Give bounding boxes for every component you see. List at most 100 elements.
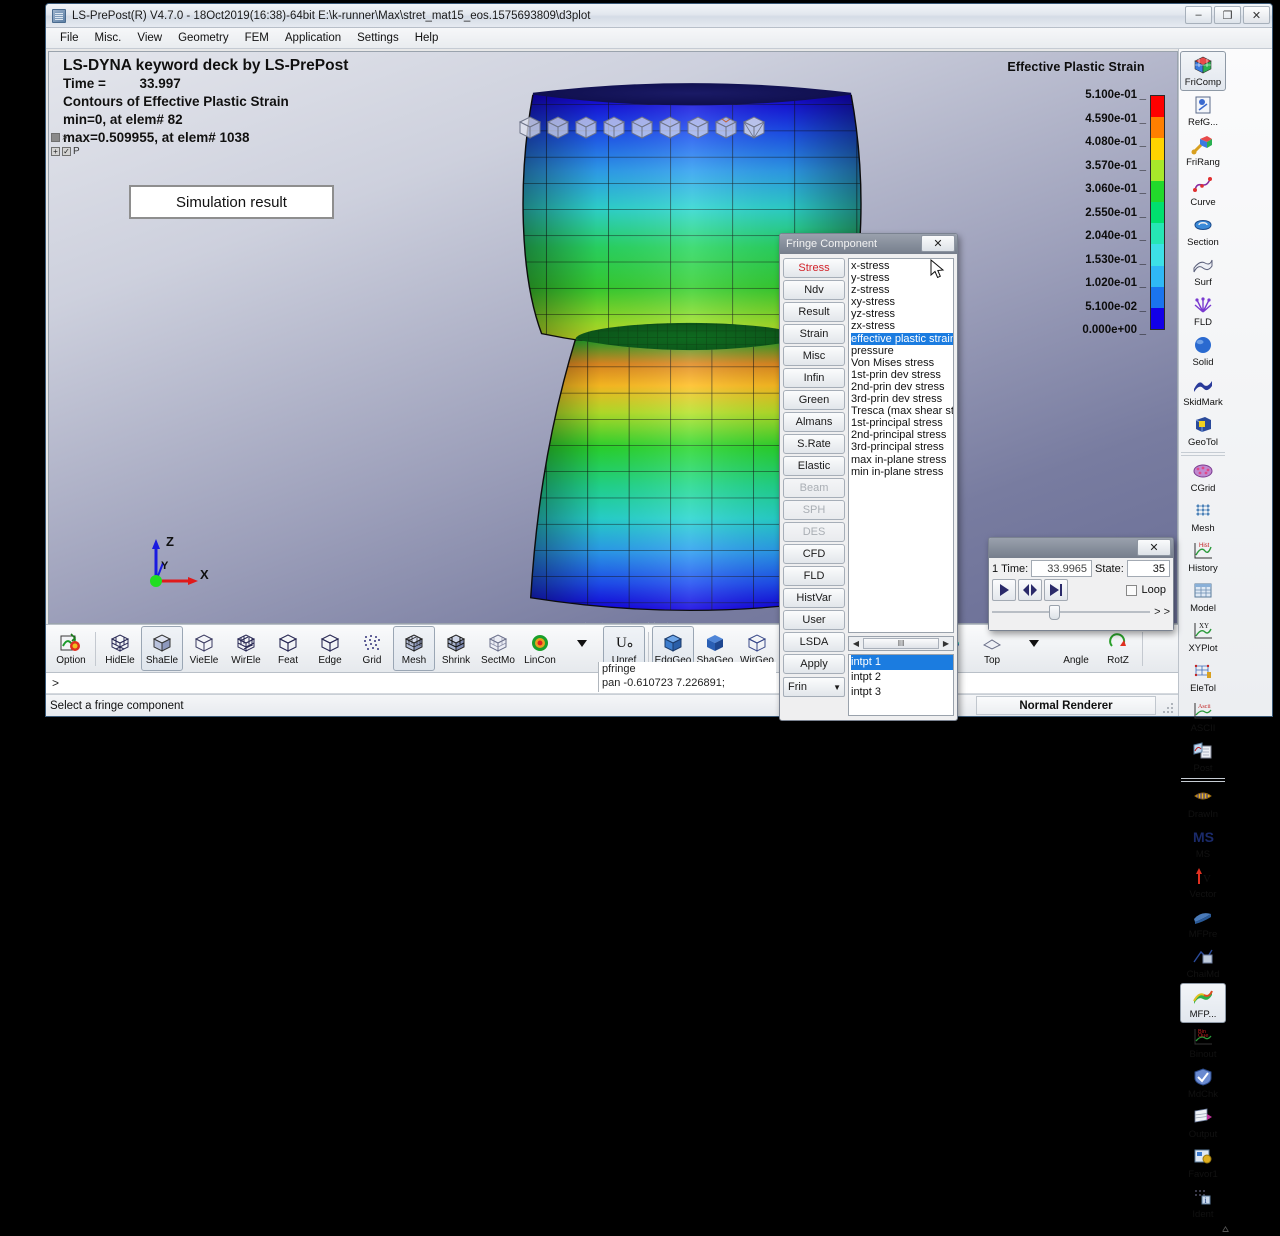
nav-cube-icon[interactable] [741,114,767,140]
menu-help[interactable]: Help [407,30,447,46]
panel-output-button[interactable]: Output [1180,1103,1226,1143]
panel-geotol-button[interactable]: GeoTol [1180,411,1226,451]
close-button[interactable]: ✕ [1243,6,1270,24]
toolbar-grid-button[interactable]: Grid [351,626,393,671]
fringe-list-horizontal-scrollbar[interactable]: ◀ ‖‖ ▶ [848,636,954,651]
frame-slider-thumb[interactable] [1049,605,1060,620]
panel-vector-button[interactable]: V Vector [1180,863,1226,903]
nav-cube-icon[interactable] [713,114,739,140]
control-dialog-close-button[interactable]: ✕ [1137,539,1171,556]
menu-settings[interactable]: Settings [349,30,407,46]
step-toggle-button[interactable] [1018,579,1042,601]
toolbar-shrink-button[interactable]: Shrink [435,626,477,671]
toolbar-vieele-button[interactable]: VieEle [183,626,225,671]
menu-geometry[interactable]: Geometry [170,30,237,46]
panel-ident-button[interactable]: i Ident [1180,1183,1226,1223]
list-item[interactable]: max in-plane stress [851,454,953,466]
nav-cube-icon[interactable] [629,114,655,140]
control-time-field[interactable]: 33.9965 [1031,560,1093,577]
fringe-button-stress[interactable]: Stress [783,258,845,278]
panel-post-button[interactable]: Post [1180,737,1226,777]
fringe-button-strain[interactable]: Strain [783,324,845,344]
panel-ascii-button[interactable]: Ascii ASCII [1180,697,1226,737]
panel-binout-button[interactable]: Bin Oue Binout [1180,1023,1226,1063]
fringe-component-dialog[interactable]: Fringe Component ✕ Stress Ndv Result Str… [779,233,958,721]
loop-checkbox[interactable] [1125,584,1137,596]
fringe-button-fld[interactable]: FLD [783,566,845,586]
part-checkbox[interactable]: ✓ [62,146,71,156]
list-item[interactable]: 3rd-principal stress [851,441,953,453]
list-item[interactable]: yz-stress [851,308,953,320]
nav-cube-strip[interactable] [517,114,767,140]
list-item[interactable]: 1st-principal stress [851,417,953,429]
list-item[interactable]: intpt 2 [851,670,953,685]
panel-surf-button[interactable]: Surf [1180,251,1226,291]
toolbar-mesh-button[interactable]: Mesh [393,626,435,671]
toolbar-hidele-button[interactable]: HidEle [99,626,141,671]
maximize-button[interactable]: ❐ [1214,6,1241,24]
panel-mfpre-button[interactable]: MFPre [1180,903,1226,943]
fringe-intpt-list[interactable]: intpt 1 intpt 2 intpt 3 [848,654,954,716]
nav-cube-icon[interactable] [601,114,627,140]
nav-cube-icon[interactable] [517,114,543,140]
nav-cube-icon[interactable] [545,114,571,140]
tree-row-part[interactable]: + ✓ P [51,144,93,158]
panel-section-button[interactable]: Section [1180,211,1226,251]
panel-frirang-button[interactable]: FriRang [1180,131,1226,171]
toolbar-shaele-button[interactable]: ShaEle [141,626,183,671]
panel-mesh-button[interactable]: Mesh [1180,497,1226,537]
fringe-button-apply[interactable]: Apply [783,654,845,674]
panel-drawin-button[interactable]: DrawIn [1180,783,1226,823]
dropdown-arrow-icon[interactable] [1027,630,1041,655]
resize-grip-icon[interactable] [1162,702,1174,714]
panel-ms-button[interactable]: MS MS [1180,823,1226,863]
list-item[interactable]: xy-stress [851,296,953,308]
panel-mdchk-button[interactable]: MdChk [1180,1063,1226,1103]
nav-cube-icon[interactable] [657,114,683,140]
animation-control-dialog[interactable]: ✕ 1 Time: 33.9965 State: 35 Loop > > [988,537,1174,631]
list-item[interactable]: 1st-prin dev stress [851,369,953,381]
panel-solid-button[interactable]: Solid [1180,331,1226,371]
list-item[interactable]: zx-stress [851,320,953,332]
toolbar-view-dropdown[interactable] [1013,626,1055,671]
fringe-button-green[interactable]: Green [783,390,845,410]
panel-fricomp-button[interactable]: FriComp [1180,51,1226,91]
panel-curve-button[interactable]: Curve [1180,171,1226,211]
list-item[interactable]: Tresca (max shear st [851,405,953,417]
toolbar-lincon-dropdown[interactable] [561,626,603,671]
toolbar-feat-button[interactable]: Feat [267,626,309,671]
fringe-button-elastic[interactable]: Elastic [783,456,845,476]
list-item[interactable]: y-stress [851,272,953,284]
expand-plus-icon[interactable]: + [51,146,60,156]
control-expand-button[interactable]: > > [1154,606,1170,618]
panel-chaimd-button[interactable]: ChaiMd [1180,943,1226,983]
dropdown-arrow-icon[interactable] [575,630,589,655]
fringe-button-user[interactable]: User [783,610,845,630]
toolbar-option-button[interactable]: Option [50,626,92,671]
panel-xyplot-button[interactable]: XY XYPlot [1180,617,1226,657]
list-item[interactable]: Von Mises stress [851,357,953,369]
list-item[interactable]: 2nd-prin dev stress [851,381,953,393]
fringe-button-cfd[interactable]: CFD [783,544,845,564]
fringe-button-histvar[interactable]: HistVar [783,588,845,608]
toolbar-angle-button[interactable]: Angle [1055,626,1097,671]
panel-more-button[interactable]: ⩟ [1180,1223,1271,1236]
panel-favor1-button[interactable]: Favor1 [1180,1143,1226,1183]
toolbar-top-button[interactable]: Top [971,626,1013,671]
chevron-right-icon[interactable]: » [62,132,68,143]
fringe-button-ndv[interactable]: Ndv [783,280,845,300]
toolbar-lincon-button[interactable]: LinCon [519,626,561,671]
renderer-indicator[interactable]: Normal Renderer [976,696,1156,715]
tree-row-collapse[interactable]: » [51,130,93,144]
list-item[interactable]: z-stress [851,284,953,296]
scroll-left-arrow-icon[interactable]: ◀ [850,639,862,648]
nav-cube-icon[interactable] [573,114,599,140]
list-item[interactable]: intpt 3 [851,685,953,700]
scroll-right-arrow-icon[interactable]: ▶ [940,639,952,648]
menu-fem[interactable]: FEM [237,30,277,46]
menu-view[interactable]: View [129,30,170,46]
panel-model-button[interactable]: Model [1180,577,1226,617]
command-history-box[interactable]: pfringe pan -0.610723 7.226891; [598,662,776,692]
list-item[interactable]: min in-plane stress [851,466,953,478]
minimize-button[interactable]: – [1185,6,1212,24]
